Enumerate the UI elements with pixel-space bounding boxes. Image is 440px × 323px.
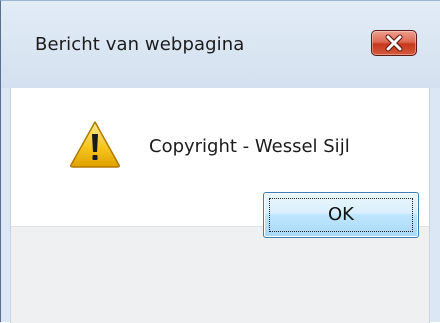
- warning-icon: [70, 121, 120, 168]
- ok-button-label: OK: [328, 204, 354, 225]
- dialog-window: Bericht van webpagina Copyright - Wessel…: [0, 0, 440, 323]
- dialog-content: Copyright - Wessel Sijl OK: [10, 88, 430, 323]
- title-bar[interactable]: Bericht van webpagina: [1, 1, 440, 88]
- button-area: [11, 226, 429, 323]
- close-icon: [385, 34, 403, 52]
- close-button[interactable]: [371, 30, 417, 56]
- ok-button[interactable]: OK: [263, 192, 419, 238]
- message-text: Copyright - Wessel Sijl: [149, 136, 350, 157]
- dialog-title: Bericht van webpagina: [35, 34, 245, 55]
